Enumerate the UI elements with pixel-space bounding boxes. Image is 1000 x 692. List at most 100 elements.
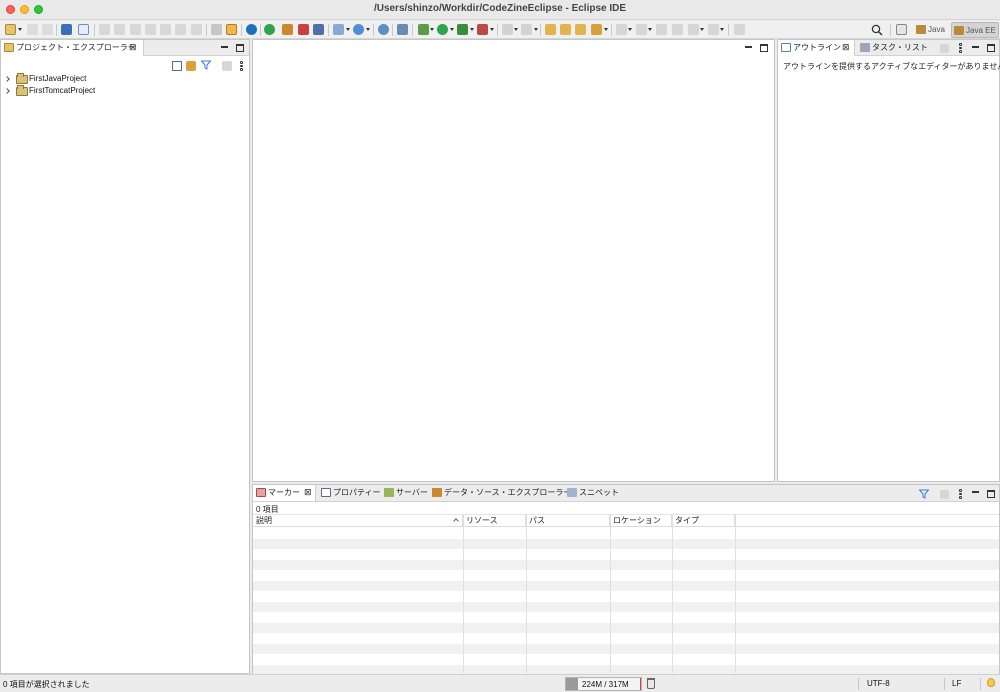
previous-annotation-icon[interactable] [636,24,647,35]
close-icon[interactable]: ⊠ [129,43,137,52]
profile-icon[interactable] [477,24,488,35]
focus-icon[interactable] [940,490,949,499]
chevron-down-icon[interactable] [490,28,494,31]
chevron-down-icon[interactable] [648,28,652,31]
column-header-location[interactable]: ロケーション [610,515,672,527]
maximize-icon[interactable] [760,44,768,52]
focus-on-task-icon[interactable] [222,61,232,71]
disconnect-icon[interactable] [145,24,156,35]
chevron-down-icon[interactable] [366,28,370,31]
resume-icon[interactable] [99,24,110,35]
launch-icon[interactable] [521,24,532,35]
back-arrow-icon[interactable] [688,24,699,35]
lightbulb-icon[interactable] [987,678,995,687]
minimize-icon[interactable] [744,43,753,52]
suspend-icon[interactable] [114,24,125,35]
forward-arrow-icon[interactable] [708,24,719,35]
maximize-icon[interactable] [236,44,244,52]
open-resource-icon[interactable] [575,24,586,35]
chevron-down-icon[interactable] [18,28,22,31]
chevron-down-icon[interactable] [514,28,518,31]
chevron-down-icon[interactable] [720,28,724,31]
run-icon[interactable] [437,24,448,35]
column-header-resource[interactable]: リソース [463,515,526,527]
minimize-icon[interactable] [971,488,980,497]
close-icon[interactable]: ⊠ [842,43,850,52]
editor-area[interactable] [252,39,775,482]
line-delimiter-status[interactable]: LF [952,679,961,688]
chevron-down-icon[interactable] [534,28,538,31]
open-type-icon[interactable] [545,24,556,35]
column-header-path[interactable]: パス [526,515,610,527]
new-package-icon[interactable] [353,24,364,35]
chevron-down-icon[interactable] [700,28,704,31]
tab-servers[interactable]: サーバー [381,485,428,501]
trash-icon[interactable] [647,678,655,689]
heap-status[interactable]: 224M / 317M [565,677,642,691]
tab-properties[interactable]: プロパティー [318,485,381,501]
step-over-icon[interactable] [175,24,186,35]
close-icon[interactable]: ⊠ [304,488,312,497]
tab-snippets[interactable]: スニペット [564,485,619,501]
next-annotation-icon[interactable] [616,24,627,35]
perspective-java[interactable]: Java [914,22,947,38]
debug-config-icon[interactable] [226,24,237,35]
pin-editor-icon[interactable] [734,24,745,35]
new-wizard-icon[interactable] [5,24,16,35]
chevron-right-icon[interactable] [4,88,10,94]
focus-icon[interactable] [940,44,949,53]
encoding-status[interactable]: UTF-8 [867,679,890,688]
skip-breakpoints-icon[interactable] [78,24,89,35]
run-with-coverage-icon[interactable] [457,24,468,35]
column-header-description[interactable]: 説明 [253,515,463,527]
terminal-icon[interactable] [61,24,72,35]
open-task-icon[interactable] [560,24,571,35]
external-tools-icon[interactable] [397,24,408,35]
use-step-filters-icon[interactable] [211,24,222,35]
chevron-right-icon[interactable] [4,76,10,82]
last-edit-location-icon[interactable] [656,24,667,35]
chevron-down-icon[interactable] [470,28,474,31]
maximize-icon[interactable] [987,490,995,498]
perspective-java-ee[interactable]: Java EE [951,22,999,38]
chevron-down-icon[interactable] [450,28,454,31]
tab-task-list[interactable]: タスク・リスト [857,40,928,56]
save-all-icon[interactable] [42,24,53,35]
markers-table-body[interactable] [253,528,999,675]
save-icon[interactable] [27,24,38,35]
terminate-icon[interactable] [130,24,141,35]
minimize-icon[interactable] [971,43,980,52]
search-icon[interactable] [871,23,883,37]
new-web-project-icon[interactable] [313,24,324,35]
maximize-icon[interactable] [987,44,995,52]
eclipse-marketplace-icon[interactable] [246,24,257,35]
tab-data-source-explorer[interactable]: データ・ソース・エクスプローラー [429,485,571,501]
chevron-down-icon[interactable] [604,28,608,31]
tab-outline[interactable]: アウトライン ⊠ [778,40,855,56]
link-with-editor-icon[interactable] [186,61,196,71]
view-menu-icon[interactable] [240,61,243,72]
start-server-icon[interactable] [264,24,275,35]
view-menu-icon[interactable] [959,489,962,500]
new-servlet-icon[interactable] [282,24,293,35]
tab-markers[interactable]: マーカー ⊠ [253,485,316,501]
step-into-icon[interactable] [160,24,171,35]
new-java-project-icon[interactable] [333,24,344,35]
view-menu-icon[interactable] [959,43,962,54]
column-header-type[interactable]: タイプ [672,515,735,527]
open-browser-icon[interactable] [378,24,389,35]
chevron-down-icon[interactable] [430,28,434,31]
filter-icon[interactable] [201,60,211,70]
minimize-icon[interactable] [220,43,229,52]
open-perspective-icon[interactable] [896,24,907,35]
collapse-all-icon[interactable] [172,61,182,71]
filter-icon[interactable] [919,489,929,499]
new-jsp-icon[interactable] [298,24,309,35]
back-icon[interactable] [672,24,683,35]
stop-icon[interactable] [502,24,513,35]
debug-icon[interactable] [418,24,429,35]
step-return-icon[interactable] [191,24,202,35]
search-tools-icon[interactable] [591,24,602,35]
chevron-down-icon[interactable] [346,28,350,31]
tab-project-explorer[interactable]: プロジェクト・エクスプローラー ⊠ [1,40,144,56]
